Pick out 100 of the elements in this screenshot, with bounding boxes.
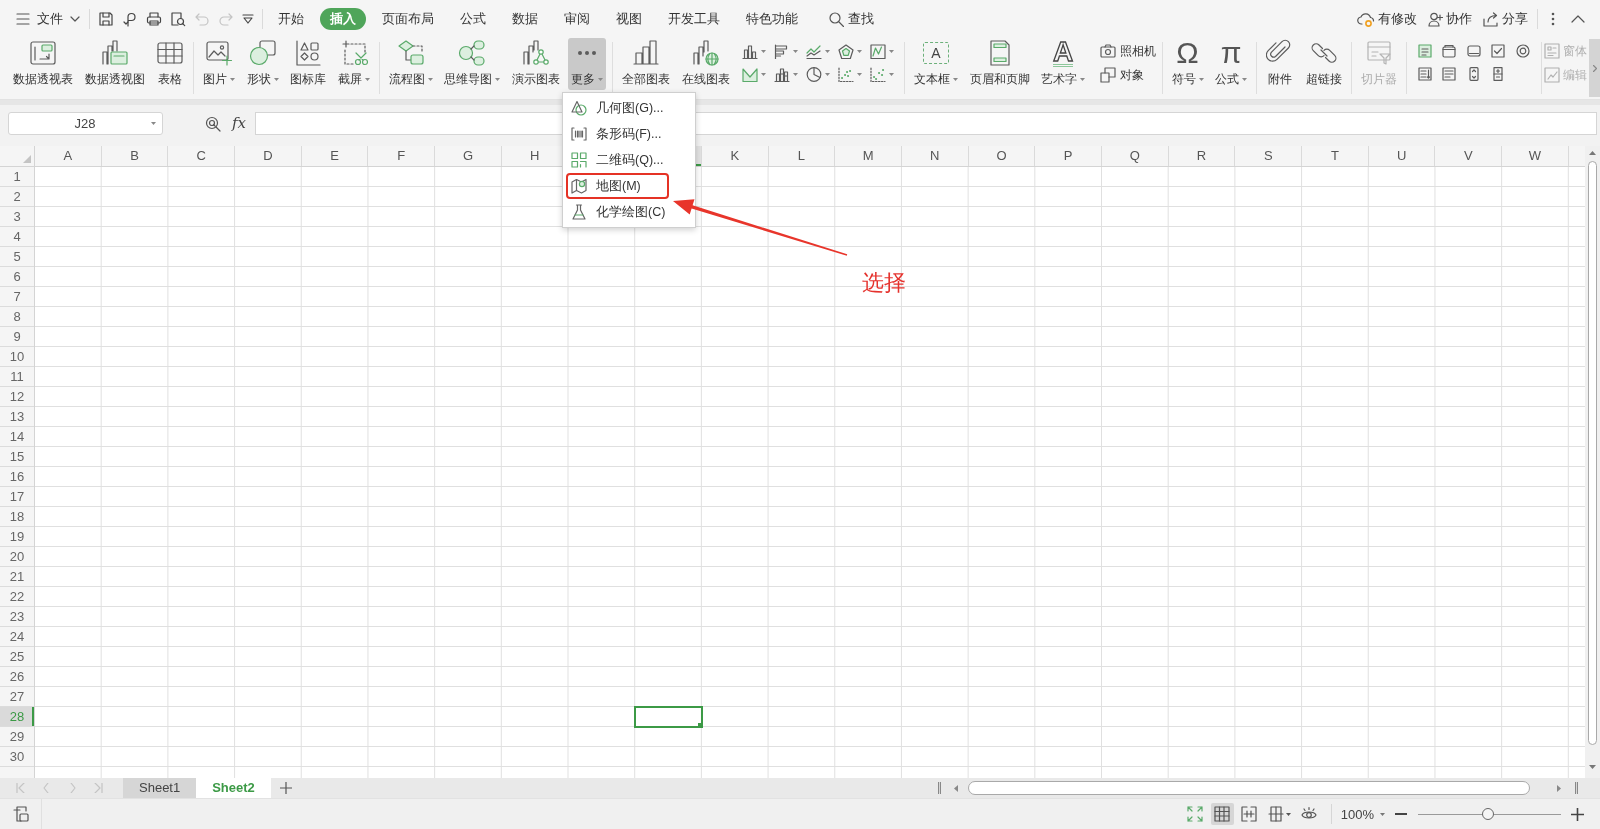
column-header[interactable]: R <box>1168 146 1236 166</box>
chevron-up-icon[interactable] <box>1571 15 1585 23</box>
column-header[interactable]: N <box>901 146 969 166</box>
row-header[interactable]: 3 <box>0 207 34 227</box>
column-header[interactable]: P <box>1035 146 1102 166</box>
row-header[interactable]: 13 <box>0 407 34 427</box>
ribbon-button[interactable]: 图片 <box>200 38 238 90</box>
row-header[interactable]: 12 <box>0 387 34 407</box>
row-header[interactable]: 18 <box>0 507 34 527</box>
file-menu-button[interactable]: 文件 <box>12 7 84 31</box>
ribbon-button[interactable]: 页眉和页脚 <box>966 38 1033 90</box>
row-header[interactable]: 11 <box>0 367 34 387</box>
row-header[interactable]: 10 <box>0 347 34 367</box>
row-header[interactable]: 5 <box>0 247 34 267</box>
column-header[interactable]: M <box>835 146 902 166</box>
ribbon-tab[interactable]: 公式 <box>447 8 499 30</box>
menu-item[interactable]: 条形码(F)... <box>563 121 695 147</box>
ribbon-button[interactable]: 数据透视图 <box>81 38 148 90</box>
overlapping-pages-icon[interactable] <box>13 806 29 822</box>
row-header[interactable]: 17 <box>0 487 34 507</box>
rounded-rect-icon[interactable] <box>1466 44 1481 58</box>
ribbon-button[interactable]: 演示图表 <box>508 38 563 90</box>
ribbon-button[interactable]: 形状 <box>243 38 282 90</box>
normal-view-button[interactable] <box>1210 803 1234 825</box>
group-box-icon[interactable] <box>1442 44 1457 58</box>
zoom-slider-thumb[interactable] <box>1482 808 1495 820</box>
cell-grid[interactable] <box>35 167 1585 778</box>
scrollbar-thumb[interactable] <box>1588 161 1597 745</box>
ribbon-button[interactable]: π 公式 <box>1212 38 1250 90</box>
page-magnifier-icon[interactable] <box>170 11 186 27</box>
ribbon-button[interactable]: 全部图表 <box>619 38 673 90</box>
ribbon-button[interactable]: 对象 <box>1099 65 1156 85</box>
ribbon-tab[interactable]: 特色功能 <box>733 8 811 30</box>
scrollbar-thumb[interactable] <box>968 781 1530 795</box>
column-header[interactable]: Q <box>1102 146 1169 166</box>
ribbon-button[interactable]: A 文本框 <box>911 38 961 90</box>
ribbon-button[interactable]: 更多 <box>568 38 606 90</box>
vertical-scrollbar[interactable] <box>1585 146 1600 778</box>
triangle-up-icon[interactable] <box>1589 151 1596 155</box>
column-header[interactable]: O <box>968 146 1036 166</box>
ribbon-tab[interactable]: 审阅 <box>551 8 603 30</box>
column-header[interactable]: S <box>1235 146 1303 166</box>
row-header[interactable]: 22 <box>0 587 34 607</box>
row-header[interactable]: 16 <box>0 467 34 487</box>
row-header[interactable]: 4 <box>0 227 34 247</box>
column-header[interactable]: B <box>101 146 169 166</box>
column-header[interactable]: F <box>368 146 436 166</box>
triangle-left-icon[interactable] <box>954 784 958 792</box>
checkbox-icon[interactable] <box>1491 44 1506 58</box>
column-header[interactable]: T <box>1302 146 1369 166</box>
column-header[interactable]: D <box>235 146 302 166</box>
ribbon-button[interactable]: 截屏 <box>334 38 373 90</box>
row-header[interactable]: 14 <box>0 427 34 447</box>
ribbon-button[interactable]: 图标库 <box>287 38 329 90</box>
plus-minus-box-icon[interactable] <box>1491 67 1506 81</box>
list-box-icon[interactable] <box>1417 67 1432 81</box>
menu-item[interactable]: 地图(M) <box>563 173 695 199</box>
row-header[interactable]: 15 <box>0 447 34 467</box>
ribbon-button[interactable]: A 艺术字 <box>1038 38 1088 90</box>
column-header[interactable]: C <box>168 146 236 166</box>
sheet-tab[interactable]: Sheet2 <box>196 778 271 798</box>
magnifier-icon[interactable] <box>205 116 221 132</box>
row-header[interactable]: 24 <box>0 627 34 647</box>
sync-status-button[interactable]: 有修改 <box>1357 10 1417 28</box>
plus-icon[interactable] <box>1571 807 1584 821</box>
column-header[interactable]: L <box>768 146 836 166</box>
ribbon-tab[interactable]: 视图 <box>603 8 655 30</box>
column-header[interactable]: V <box>1435 146 1503 166</box>
row-header[interactable]: 21 <box>0 567 34 587</box>
collaborate-button[interactable]: 协作 <box>1428 10 1472 28</box>
ribbon-button[interactable]: Ω 符号 <box>1168 38 1207 90</box>
name-box[interactable]: J28 <box>8 112 163 135</box>
ribbon-button[interactable]: 思维导图 <box>441 38 503 90</box>
ribbon-tab[interactable]: 开始 <box>265 8 317 30</box>
ribbon-button[interactable]: 附件 <box>1263 38 1297 90</box>
zoom-level-button[interactable]: 100% <box>1340 806 1385 822</box>
row-header[interactable]: 29 <box>0 727 34 747</box>
row-header[interactable]: 20 <box>0 547 34 567</box>
ribbon-tab[interactable]: 页面布局 <box>369 8 447 30</box>
dropdown-icon[interactable] <box>242 14 254 24</box>
row-header[interactable]: 8 <box>0 307 34 327</box>
ribbon-button[interactable]: 数据透视表 <box>10 38 76 90</box>
row-header[interactable]: 2 <box>0 187 34 207</box>
search-button[interactable]: 查找 <box>829 10 874 28</box>
ribbon-tab[interactable]: 数据 <box>499 8 551 30</box>
ribbon-button[interactable]: 流程图 <box>385 38 436 90</box>
menu-item[interactable]: 几何图(G)... <box>563 95 695 121</box>
ribbon-button[interactable]: 照相机 <box>1099 41 1156 61</box>
lines-box-icon[interactable] <box>1417 44 1432 58</box>
triangle-right-icon[interactable] <box>1557 784 1561 792</box>
radio-button-icon[interactable] <box>1515 44 1530 58</box>
row-header[interactable]: 26 <box>0 667 34 687</box>
function-label[interactable]: fx <box>232 114 246 132</box>
selected-cell[interactable] <box>634 706 703 728</box>
ribbon-button[interactable]: 表格 <box>153 38 187 90</box>
ribbon-button[interactable]: 超链接 <box>1302 38 1345 90</box>
grip-icon[interactable] <box>938 782 941 794</box>
column-header[interactable]: A <box>35 146 102 166</box>
printer-icon[interactable] <box>146 11 162 27</box>
sheet-tab[interactable]: Sheet1 <box>123 778 197 798</box>
